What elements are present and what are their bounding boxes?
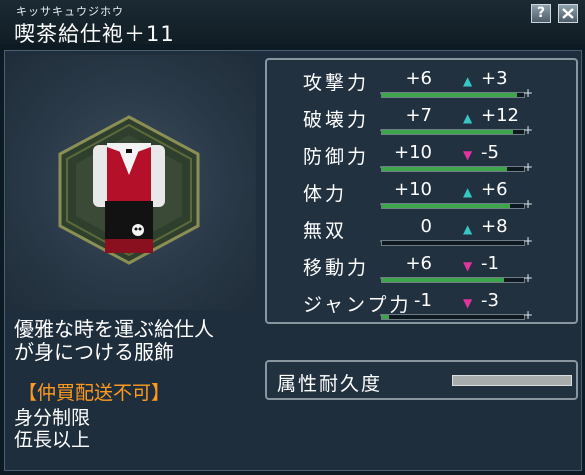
stat-bonus: +3 (481, 68, 508, 89)
stat-row: 無双 0 ▲ +8 − + (267, 216, 580, 254)
durability-label: 属性耐久度 (277, 373, 383, 395)
stat-bonus: -3 (481, 290, 499, 311)
stat-row: 破壊力 +7 ▲ +12 − + (267, 105, 580, 143)
stat-label: ジャンプ力 (303, 294, 412, 316)
stat-label: 体力 (303, 183, 348, 205)
stat-bonus: +8 (481, 216, 508, 237)
plus-icon: + (523, 123, 534, 137)
stat-value: +6 (405, 253, 432, 274)
down-arrow-icon: ▼ (463, 296, 473, 310)
stat-gauge (381, 92, 525, 98)
description-line: が身につける服飾 (14, 340, 174, 364)
stat-label: 攻撃力 (303, 72, 370, 94)
stat-value: +10 (394, 142, 432, 163)
stat-row: 防御力 +10 ▼ -5 − + (267, 142, 580, 180)
stats-panel: 攻撃力 +6 ▲ +3 − + 破壊力 +7 ▲ +12 − + 防御力 +10… (265, 58, 578, 324)
plus-icon: + (523, 308, 534, 322)
close-button[interactable] (558, 4, 578, 23)
stat-label: 防御力 (303, 146, 370, 168)
stat-label: 移動力 (303, 257, 370, 279)
stat-gauge-fill (382, 130, 513, 134)
stat-gauge-fill (382, 167, 507, 171)
stat-value: +10 (394, 179, 432, 200)
requirement-line: 身分制限 (14, 407, 91, 429)
close-icon (562, 8, 574, 19)
durability-panel: 属性耐久度 (265, 360, 578, 400)
plus-icon: + (523, 197, 534, 211)
stat-row: 移動力 +6 ▼ -1 − + (267, 253, 580, 291)
plus-icon: + (523, 234, 534, 248)
stat-bonus: +12 (481, 105, 519, 126)
help-button[interactable]: ? (531, 4, 551, 23)
up-arrow-icon: ▲ (463, 222, 473, 236)
stat-gauge (381, 240, 525, 246)
stat-gauge (381, 277, 525, 283)
stat-gauge (381, 129, 525, 135)
stat-row: ジャンプ力 -1 ▼ -3 − + (267, 290, 580, 328)
plus-icon: + (523, 86, 534, 100)
down-arrow-icon: ▼ (463, 259, 473, 273)
stat-gauge (381, 314, 525, 320)
trade-restriction-notice: 【仲買配送不可】 (18, 382, 171, 404)
description-line: 優雅な時を運ぶ給仕人 (14, 317, 214, 341)
stat-gauge-fill (382, 315, 390, 319)
stat-row: 体力 +10 ▲ +6 − + (267, 179, 580, 217)
item-name: 喫茶給仕袍＋11 (14, 22, 175, 46)
plus-icon: + (523, 160, 534, 174)
down-arrow-icon: ▼ (463, 148, 473, 162)
stat-gauge-fill (382, 93, 517, 97)
item-icon (58, 115, 200, 265)
stat-gauge (381, 166, 525, 172)
stat-bonus: -5 (481, 142, 499, 163)
stat-value: +6 (405, 68, 432, 89)
plus-icon: + (523, 271, 534, 285)
requirement-line: 伍長以上 (14, 429, 91, 451)
stat-gauge-fill (382, 278, 505, 282)
stat-value: 0 (420, 216, 432, 237)
stat-row: 攻撃力 +6 ▲ +3 − + (267, 68, 580, 106)
durability-gauge (452, 375, 572, 386)
title-bar: キッサキュウジホウ 喫茶給仕袍＋11 ? (0, 0, 585, 46)
stat-label: 破壊力 (303, 109, 370, 131)
item-description: 優雅な時を運ぶ給仕人 が身につける服飾 (14, 318, 214, 364)
stat-value: +7 (405, 105, 432, 126)
stat-value: -1 (414, 290, 432, 311)
up-arrow-icon: ▲ (463, 185, 473, 199)
rank-requirement: 身分制限 伍長以上 (14, 407, 90, 451)
stat-gauge (381, 203, 525, 209)
stat-bonus: -1 (481, 253, 499, 274)
stat-bonus: +6 (481, 179, 508, 200)
item-name-ruby: キッサキュウジホウ (16, 5, 124, 18)
up-arrow-icon: ▲ (463, 74, 473, 88)
stat-gauge-fill (382, 204, 510, 208)
stat-label: 無双 (303, 220, 348, 242)
up-arrow-icon: ▲ (463, 111, 473, 125)
